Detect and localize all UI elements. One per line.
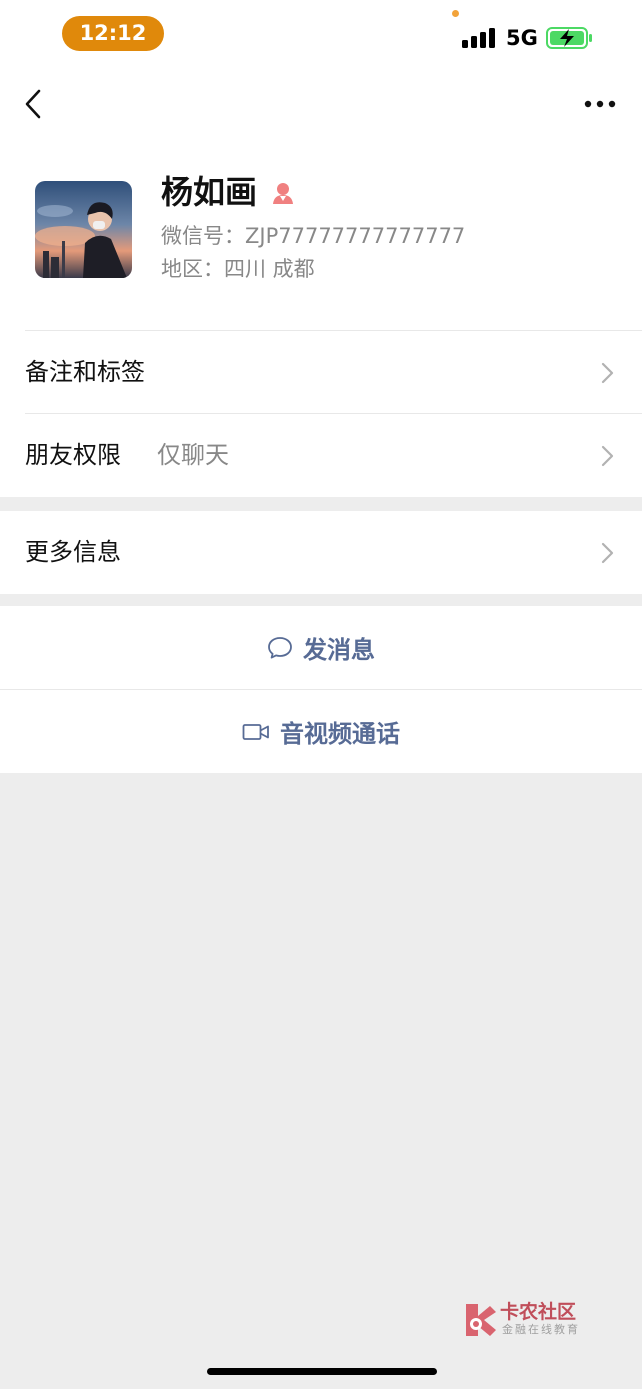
video-call-label: 音视频通话 [280, 720, 400, 748]
send-message-label: 发消息 [303, 636, 375, 664]
friend-permissions-row[interactable]: 朋友权限 仅聊天 [0, 414, 642, 497]
row-label: 更多信息 [25, 538, 121, 566]
row-label: 备注和标签 [25, 358, 145, 386]
row-value: 仅聊天 [157, 441, 229, 469]
send-message-button[interactable]: 发消息 [0, 606, 642, 689]
row-label: 朋友权限 [25, 441, 121, 469]
contact-name: 杨如画 [161, 173, 258, 211]
video-camera-icon [242, 723, 269, 740]
watermark-subtitle: 金融在线教育 [502, 1323, 580, 1336]
remark-tags-row[interactable]: 备注和标签 [0, 331, 642, 414]
more-options-icon[interactable] [580, 90, 620, 118]
chevron-right-icon [601, 542, 614, 564]
battery-charging-icon [546, 27, 592, 49]
watermark-title: 卡农社区 [500, 1301, 577, 1323]
back-icon[interactable] [18, 84, 52, 124]
chevron-right-icon [601, 445, 614, 467]
video-call-button[interactable]: 音视频通话 [0, 690, 642, 773]
chevron-right-icon [601, 362, 614, 384]
network-type: 5G [506, 26, 538, 50]
more-info-row[interactable]: 更多信息 [0, 511, 642, 594]
watermark-logo-icon [466, 1304, 496, 1336]
avatar[interactable] [35, 181, 132, 278]
watermark: 卡农社区 金融在线教育 [462, 1300, 592, 1340]
female-icon [273, 183, 293, 204]
cellular-signal-icon [462, 28, 496, 48]
home-indicator[interactable] [207, 1368, 437, 1375]
wechat-id: 微信号：ZJP77777777777777 [161, 224, 466, 248]
chat-bubble-icon [268, 636, 292, 658]
privacy-indicator-dot [452, 10, 459, 17]
status-time: 12:12 [62, 16, 164, 51]
region: 地区：四川 成都 [161, 257, 315, 281]
